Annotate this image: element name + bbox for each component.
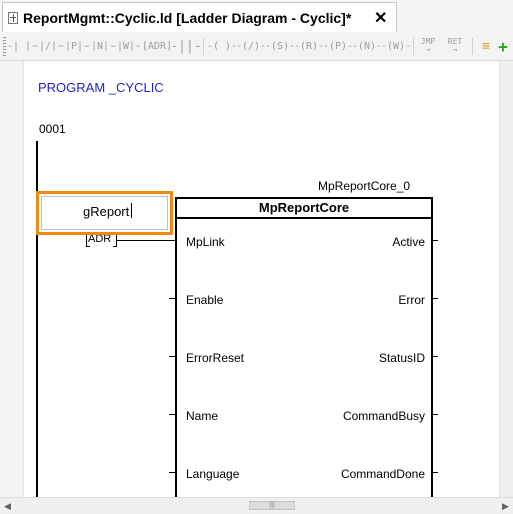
contact-nc-icon[interactable]: -|/|- [33, 36, 63, 56]
input-pin-mplink[interactable]: MpLink [186, 235, 225, 249]
horizontal-scrollbar[interactable]: ◀ ||| ▶ [0, 497, 513, 514]
output-pin-commandbusy[interactable]: CommandBusy [343, 409, 425, 423]
toolbar-separator [203, 38, 204, 55]
output-pin-commanddone[interactable]: CommandDone [341, 467, 425, 481]
active-pin-stub [433, 240, 438, 241]
contact-adr-icon[interactable]: [ADR] [142, 36, 172, 56]
errorreset-pin-stub [169, 356, 175, 357]
coil-reset-icon[interactable]: -(R)- [294, 36, 324, 56]
contact-positive-icon[interactable]: -|P|- [59, 36, 89, 56]
horizontal-scroll-thumb[interactable]: ||| [249, 501, 295, 510]
input-pin-enable[interactable]: Enable [186, 293, 223, 307]
input-pin-language[interactable]: Language [186, 467, 239, 481]
jump-arrow: → [425, 45, 431, 54]
insert-network-icon[interactable]: ≡ [478, 36, 494, 56]
adr-bracket-right [113, 233, 117, 247]
contact-negative-icon[interactable]: -|N|- [85, 36, 115, 56]
language-pin-stub [169, 472, 175, 473]
statusid-pin-stub [433, 356, 438, 357]
tab-title: ReportMgmt::Cyclic.ld [Ladder Diagram - … [23, 10, 352, 26]
error-pin-stub [433, 298, 438, 299]
editor-tab-bar: ReportMgmt::Cyclic.ld [Ladder Diagram - … [0, 0, 513, 34]
coil-positive-icon[interactable]: -(P)- [323, 36, 353, 56]
variable-edit-box[interactable]: gReport [36, 191, 173, 235]
coil-icon[interactable]: -( )- [207, 36, 237, 56]
scroll-right-icon[interactable]: ▶ [502, 501, 509, 512]
text-caret [131, 203, 132, 218]
variable-input-field[interactable]: gReport [41, 196, 168, 230]
function-block-type: MpReportCore [177, 199, 431, 219]
commanddone-pin-stub [433, 472, 438, 473]
variable-input-text[interactable]: gReport [83, 204, 129, 219]
ladder-toolbar: -| |- -|/|- -|P|- -|N|- -|W|- [ADR] -||-… [0, 33, 513, 61]
editor-tab[interactable]: ReportMgmt::Cyclic.ld [Ladder Diagram - … [2, 2, 397, 32]
network-number[interactable]: 0001 [39, 122, 66, 136]
name-pin-stub [169, 414, 175, 415]
vertical-scrollbar[interactable] [499, 61, 513, 497]
contact-w-icon[interactable]: -|W|- [111, 36, 141, 56]
adr-contact[interactable]: ADR [88, 233, 111, 247]
close-icon[interactable]: ✕ [374, 8, 387, 28]
editor-gutter [0, 61, 24, 497]
coil-w-icon[interactable]: -(W)- [381, 36, 411, 56]
toolbar-separator [472, 38, 473, 55]
contact-no-icon[interactable]: -| |- [7, 36, 37, 56]
coil-negated-icon[interactable]: -(/)- [236, 36, 266, 56]
add-network-icon[interactable]: + [495, 36, 511, 56]
mplink-connection-line [117, 240, 175, 241]
return-arrow: → [452, 45, 458, 54]
output-pin-active[interactable]: Active [392, 235, 425, 249]
ladder-editor-canvas[interactable]: PROGRAM _CYCLIC 0001 MpReportCore_0 MpRe… [0, 61, 499, 497]
input-pin-name[interactable]: Name [186, 409, 218, 423]
coil-negative-icon[interactable]: -(N)- [352, 36, 382, 56]
toolbar-separator [413, 38, 414, 55]
toolbar-grip[interactable] [3, 37, 6, 56]
function-block-instance-name[interactable]: MpReportCore_0 [318, 179, 410, 193]
program-label: PROGRAM _CYCLIC [38, 80, 164, 95]
ladder-file-icon [8, 12, 18, 24]
jump-icon[interactable]: JMP → [417, 36, 439, 56]
scroll-left-icon[interactable]: ◀ [4, 501, 11, 512]
coil-set-icon[interactable]: -(S)- [265, 36, 295, 56]
enable-pin-stub [169, 298, 175, 299]
output-pin-error[interactable]: Error [398, 293, 425, 307]
commandbusy-pin-stub [433, 414, 438, 415]
input-pin-errorreset[interactable]: ErrorReset [186, 351, 244, 365]
function-block[interactable]: MpReportCore MpLink Enable ErrorReset Na… [175, 197, 433, 497]
contact-parallel-icon[interactable]: -||- [170, 36, 201, 56]
return-icon[interactable]: RET → [444, 36, 466, 56]
output-pin-statusid[interactable]: StatusID [379, 351, 425, 365]
